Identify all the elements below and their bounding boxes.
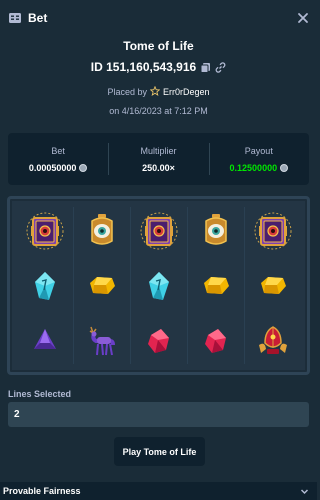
bet-amount-value-row: 0.00050000 xyxy=(29,163,88,173)
reels xyxy=(16,203,301,368)
reel-1 xyxy=(16,203,73,368)
payout-value-row: 0.12500000 xyxy=(230,163,289,173)
lantern-eye-symbol xyxy=(82,211,122,251)
coin-icon xyxy=(280,163,289,172)
deer-symbol xyxy=(82,321,122,361)
lantern-eye-symbol xyxy=(196,211,236,251)
scarab-symbol xyxy=(253,321,293,361)
coin-icon xyxy=(79,163,88,172)
provable-fairness-toggle[interactable]: Provable Fairness xyxy=(0,482,317,500)
bet-info: Tome of Life ID 151,160,543,916 Placed b… xyxy=(0,38,317,116)
modal-title: Bet xyxy=(28,11,48,25)
lines-selected-field: 2 xyxy=(8,402,309,427)
multiplier-stat: Multiplier 250.00× xyxy=(108,133,208,185)
red-gem-symbol xyxy=(139,321,179,361)
bet-amount-stat: Bet 0.00050000 xyxy=(8,133,108,185)
reel-2 xyxy=(73,203,130,368)
bet-amount-value: 0.00050000 xyxy=(28,162,77,173)
bet-id: ID 151,160,543,916 xyxy=(90,60,197,74)
bet-id-row: ID 151,160,543,916 xyxy=(0,60,317,74)
multiplier-label: Multiplier xyxy=(140,145,177,156)
game-name[interactable]: Tome of Life xyxy=(0,38,317,54)
payout-stat: Payout 0.12500000 xyxy=(208,133,309,185)
username-link[interactable]: Err0rDegen xyxy=(163,87,210,97)
multiplier-value: 250.00× xyxy=(142,162,175,173)
close-icon[interactable] xyxy=(297,11,309,23)
payout-label: Payout xyxy=(244,145,273,156)
slot-board xyxy=(7,196,310,375)
reel-3 xyxy=(130,203,187,368)
book-symbol xyxy=(139,211,179,251)
copy-icon[interactable] xyxy=(200,62,211,73)
reel-5 xyxy=(244,203,301,368)
purple-gem-symbol xyxy=(25,321,65,361)
link-icon[interactable] xyxy=(215,61,226,73)
book-symbol xyxy=(253,211,293,251)
bet-date: on 4/16/2023 at 7:12 PM xyxy=(109,106,208,116)
red-gem-symbol xyxy=(196,321,236,361)
blue-gem-symbol xyxy=(139,266,179,306)
bet-stats-panel: Bet 0.00050000 Multiplier 250.00× Payout… xyxy=(8,133,309,185)
gold-gem-symbol xyxy=(253,266,293,306)
book-symbol xyxy=(25,211,65,251)
modal-header: Bet xyxy=(0,0,317,36)
play-game-button[interactable]: Play Tome of Life xyxy=(114,437,205,466)
chevron-down-icon xyxy=(300,487,309,496)
lines-selected-label: Lines Selected xyxy=(8,389,72,399)
placed-by-label: Placed by xyxy=(107,87,147,97)
bet-amount-label: Bet xyxy=(51,145,65,156)
payout-value: 0.12500000 xyxy=(229,162,278,173)
gold-gem-symbol xyxy=(196,266,236,306)
provable-fairness-label: Provable Fairness xyxy=(3,486,81,496)
bet-slip-icon xyxy=(8,11,22,25)
placed-by-row: Placed by Err0rDegen xyxy=(0,85,317,98)
reel-4 xyxy=(187,203,244,368)
gold-gem-symbol xyxy=(82,266,122,306)
blue-gem-symbol xyxy=(25,266,65,306)
vip-star-icon xyxy=(149,85,161,98)
